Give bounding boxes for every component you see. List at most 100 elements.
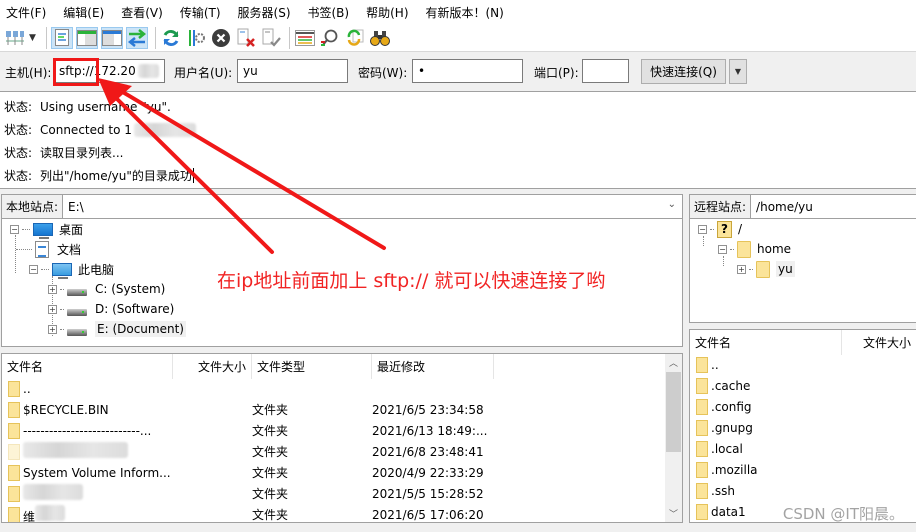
menu-edit[interactable]: 编辑(E) <box>63 4 104 21</box>
scrollbar-thumb[interactable] <box>666 372 681 452</box>
menu-bookmarks[interactable]: 书签(B) <box>308 4 350 21</box>
directory-filter-icon[interactable] <box>294 27 316 49</box>
drive-icon <box>67 328 87 336</box>
tree-node-drive-d[interactable]: + D: (Software) <box>48 299 174 319</box>
toggle-remote-tree-icon[interactable] <box>101 26 123 49</box>
tree-node-label: yu <box>776 261 795 277</box>
menu-file[interactable]: 文件(F) <box>6 4 46 21</box>
file-row[interactable]: 维 文件夹 2021/6/5 17:06:20 <box>2 504 682 522</box>
menu-transfer[interactable]: 传输(T) <box>180 4 221 21</box>
file-type: 文件夹 <box>252 466 289 480</box>
local-file-list-scrollbar[interactable]: ︿ ﹀ <box>665 354 682 522</box>
log-status-label: 状态: <box>4 146 33 160</box>
column-filename[interactable]: 文件名 ^ <box>2 354 173 379</box>
password-label: 密码(W): <box>358 66 408 80</box>
file-row[interactable]: 文件夹 2021/6/8 23:48:41 <box>2 441 682 462</box>
toggle-message-log-icon[interactable] <box>51 26 73 49</box>
local-file-list-header: 文件名 ^ 文件大小 文件类型 最近修改 <box>2 354 682 379</box>
local-file-list[interactable]: 文件名 ^ 文件大小 文件类型 最近修改 .. $RECYCLE.BIN 文件夹… <box>1 353 683 523</box>
synchronized-browsing-icon[interactable] <box>344 27 366 49</box>
local-path-input[interactable]: E:\ ⌄ <box>63 195 682 218</box>
toolbar-separator <box>46 26 47 49</box>
file-row[interactable]: System Volume Inform... 文件夹 2020/4/9 22:… <box>2 462 682 483</box>
chevron-down-icon[interactable]: ⌄ <box>668 199 676 210</box>
file-row[interactable]: .. <box>690 354 916 375</box>
menu-help[interactable]: 帮助(H) <box>366 4 408 21</box>
folder-icon <box>696 377 708 394</box>
collapse-icon[interactable]: − <box>718 244 727 254</box>
collapse-icon[interactable]: − <box>29 264 38 274</box>
tree-node-desktop[interactable]: − 桌面 <box>10 219 83 239</box>
log-status-label: 状态: <box>4 100 33 114</box>
expand-icon[interactable]: + <box>48 304 57 314</box>
remote-path-value: /home/yu <box>756 199 813 214</box>
site-manager-dropdown-icon[interactable]: ▼ <box>29 33 39 43</box>
menu-view[interactable]: 查看(V) <box>121 4 163 21</box>
username-input[interactable]: yu <box>237 59 348 83</box>
file-row[interactable]: .. <box>2 378 682 399</box>
column-modified[interactable]: 最近修改 <box>372 354 494 379</box>
expand-icon[interactable]: + <box>48 324 57 334</box>
column-filesize[interactable]: 文件大小 <box>173 354 252 379</box>
column-filename[interactable]: 文件名 ^ <box>690 330 843 355</box>
tree-node-drive-e[interactable]: + E: (Document) <box>48 319 186 339</box>
tree-node-label: E: (Document) <box>95 321 186 337</box>
scroll-down-icon[interactable]: ﹀ <box>665 505 682 522</box>
tree-node-this-pc[interactable]: − 此电脑 <box>29 259 114 279</box>
tree-node-yu[interactable]: + yu <box>737 259 795 279</box>
tree-node-drive-c[interactable]: + C: (System) <box>48 279 165 299</box>
find-files-icon[interactable] <box>369 27 391 49</box>
annotation-text: 在ip地址前面加上 sftp:// 就可以快速连接了哟 <box>217 270 606 292</box>
tree-node-documents[interactable]: 文档 <box>16 239 81 259</box>
expand-icon[interactable]: + <box>737 264 746 274</box>
menu-new-version[interactable]: 有新版本！(N) <box>426 4 504 21</box>
folder-icon <box>737 240 751 258</box>
file-name: .. <box>23 381 31 396</box>
collapse-icon[interactable]: − <box>698 224 707 234</box>
file-name: .gnupg <box>711 420 753 435</box>
unknown-folder-icon: ? <box>717 220 732 238</box>
file-row[interactable]: .local <box>690 438 916 459</box>
collapse-icon[interactable]: − <box>10 224 19 234</box>
text-caret <box>192 168 194 183</box>
toggle-local-tree-icon[interactable] <box>76 26 98 49</box>
message-log[interactable]: 状态: Using username "yu". 状态: Connected t… <box>0 91 916 189</box>
menu-bar: 文件(F) 编辑(E) 查看(V) 传输(T) 服务器(S) 书签(B) 帮助(… <box>0 0 916 24</box>
remote-path-input[interactable]: /home/yu <box>751 195 916 218</box>
column-label: 文件名 <box>695 336 732 350</box>
file-row[interactable]: .mozilla <box>690 459 916 480</box>
folder-icon <box>8 422 20 439</box>
tree-node-label: D: (Software) <box>95 302 175 316</box>
expand-icon[interactable]: + <box>48 284 57 294</box>
file-row[interactable]: .gnupg <box>690 417 916 438</box>
refresh-icon[interactable] <box>160 27 182 49</box>
menu-server[interactable]: 服务器(S) <box>238 4 291 21</box>
file-name <box>23 484 252 503</box>
site-manager-icon[interactable] <box>4 27 26 49</box>
search-icon[interactable] <box>319 27 341 49</box>
quickconnect-button[interactable]: 快速连接(Q) <box>641 59 726 84</box>
quickconnect-history-dropdown[interactable]: ▼ <box>729 59 747 84</box>
file-row[interactable]: 文件夹 2021/5/5 15:28:52 <box>2 483 682 504</box>
file-row[interactable]: .cache <box>690 375 916 396</box>
scroll-up-icon[interactable]: ︿ <box>665 354 682 371</box>
file-row[interactable]: ---------------------------... 文件夹 2021/… <box>2 420 682 441</box>
file-row[interactable]: $RECYCLE.BIN 文件夹 2021/6/5 23:34:58 <box>2 399 682 420</box>
remote-file-list[interactable]: 文件名 ^ 文件大小 .. .cache .config .gnupg .loc… <box>689 329 916 523</box>
column-filetype[interactable]: 文件类型 <box>252 354 372 379</box>
remote-tree[interactable]: − ? / − home + yu <box>689 219 916 323</box>
disconnect-icon[interactable] <box>235 27 257 49</box>
tree-node-home[interactable]: − home <box>718 239 791 259</box>
reconnect-icon[interactable] <box>260 27 282 49</box>
file-modified: 2021/6/5 23:34:58 <box>372 402 484 417</box>
tree-node-root[interactable]: − ? / <box>698 219 742 239</box>
folder-icon <box>8 401 20 418</box>
cancel-icon[interactable] <box>210 27 232 49</box>
column-filesize[interactable]: 文件大小 <box>842 330 916 355</box>
port-input[interactable] <box>582 59 629 83</box>
process-queue-icon[interactable] <box>185 27 207 49</box>
file-row[interactable]: .ssh <box>690 480 916 501</box>
file-row[interactable]: .config <box>690 396 916 417</box>
toggle-transfer-queue-icon[interactable] <box>126 26 148 49</box>
password-input[interactable]: • <box>412 59 523 83</box>
